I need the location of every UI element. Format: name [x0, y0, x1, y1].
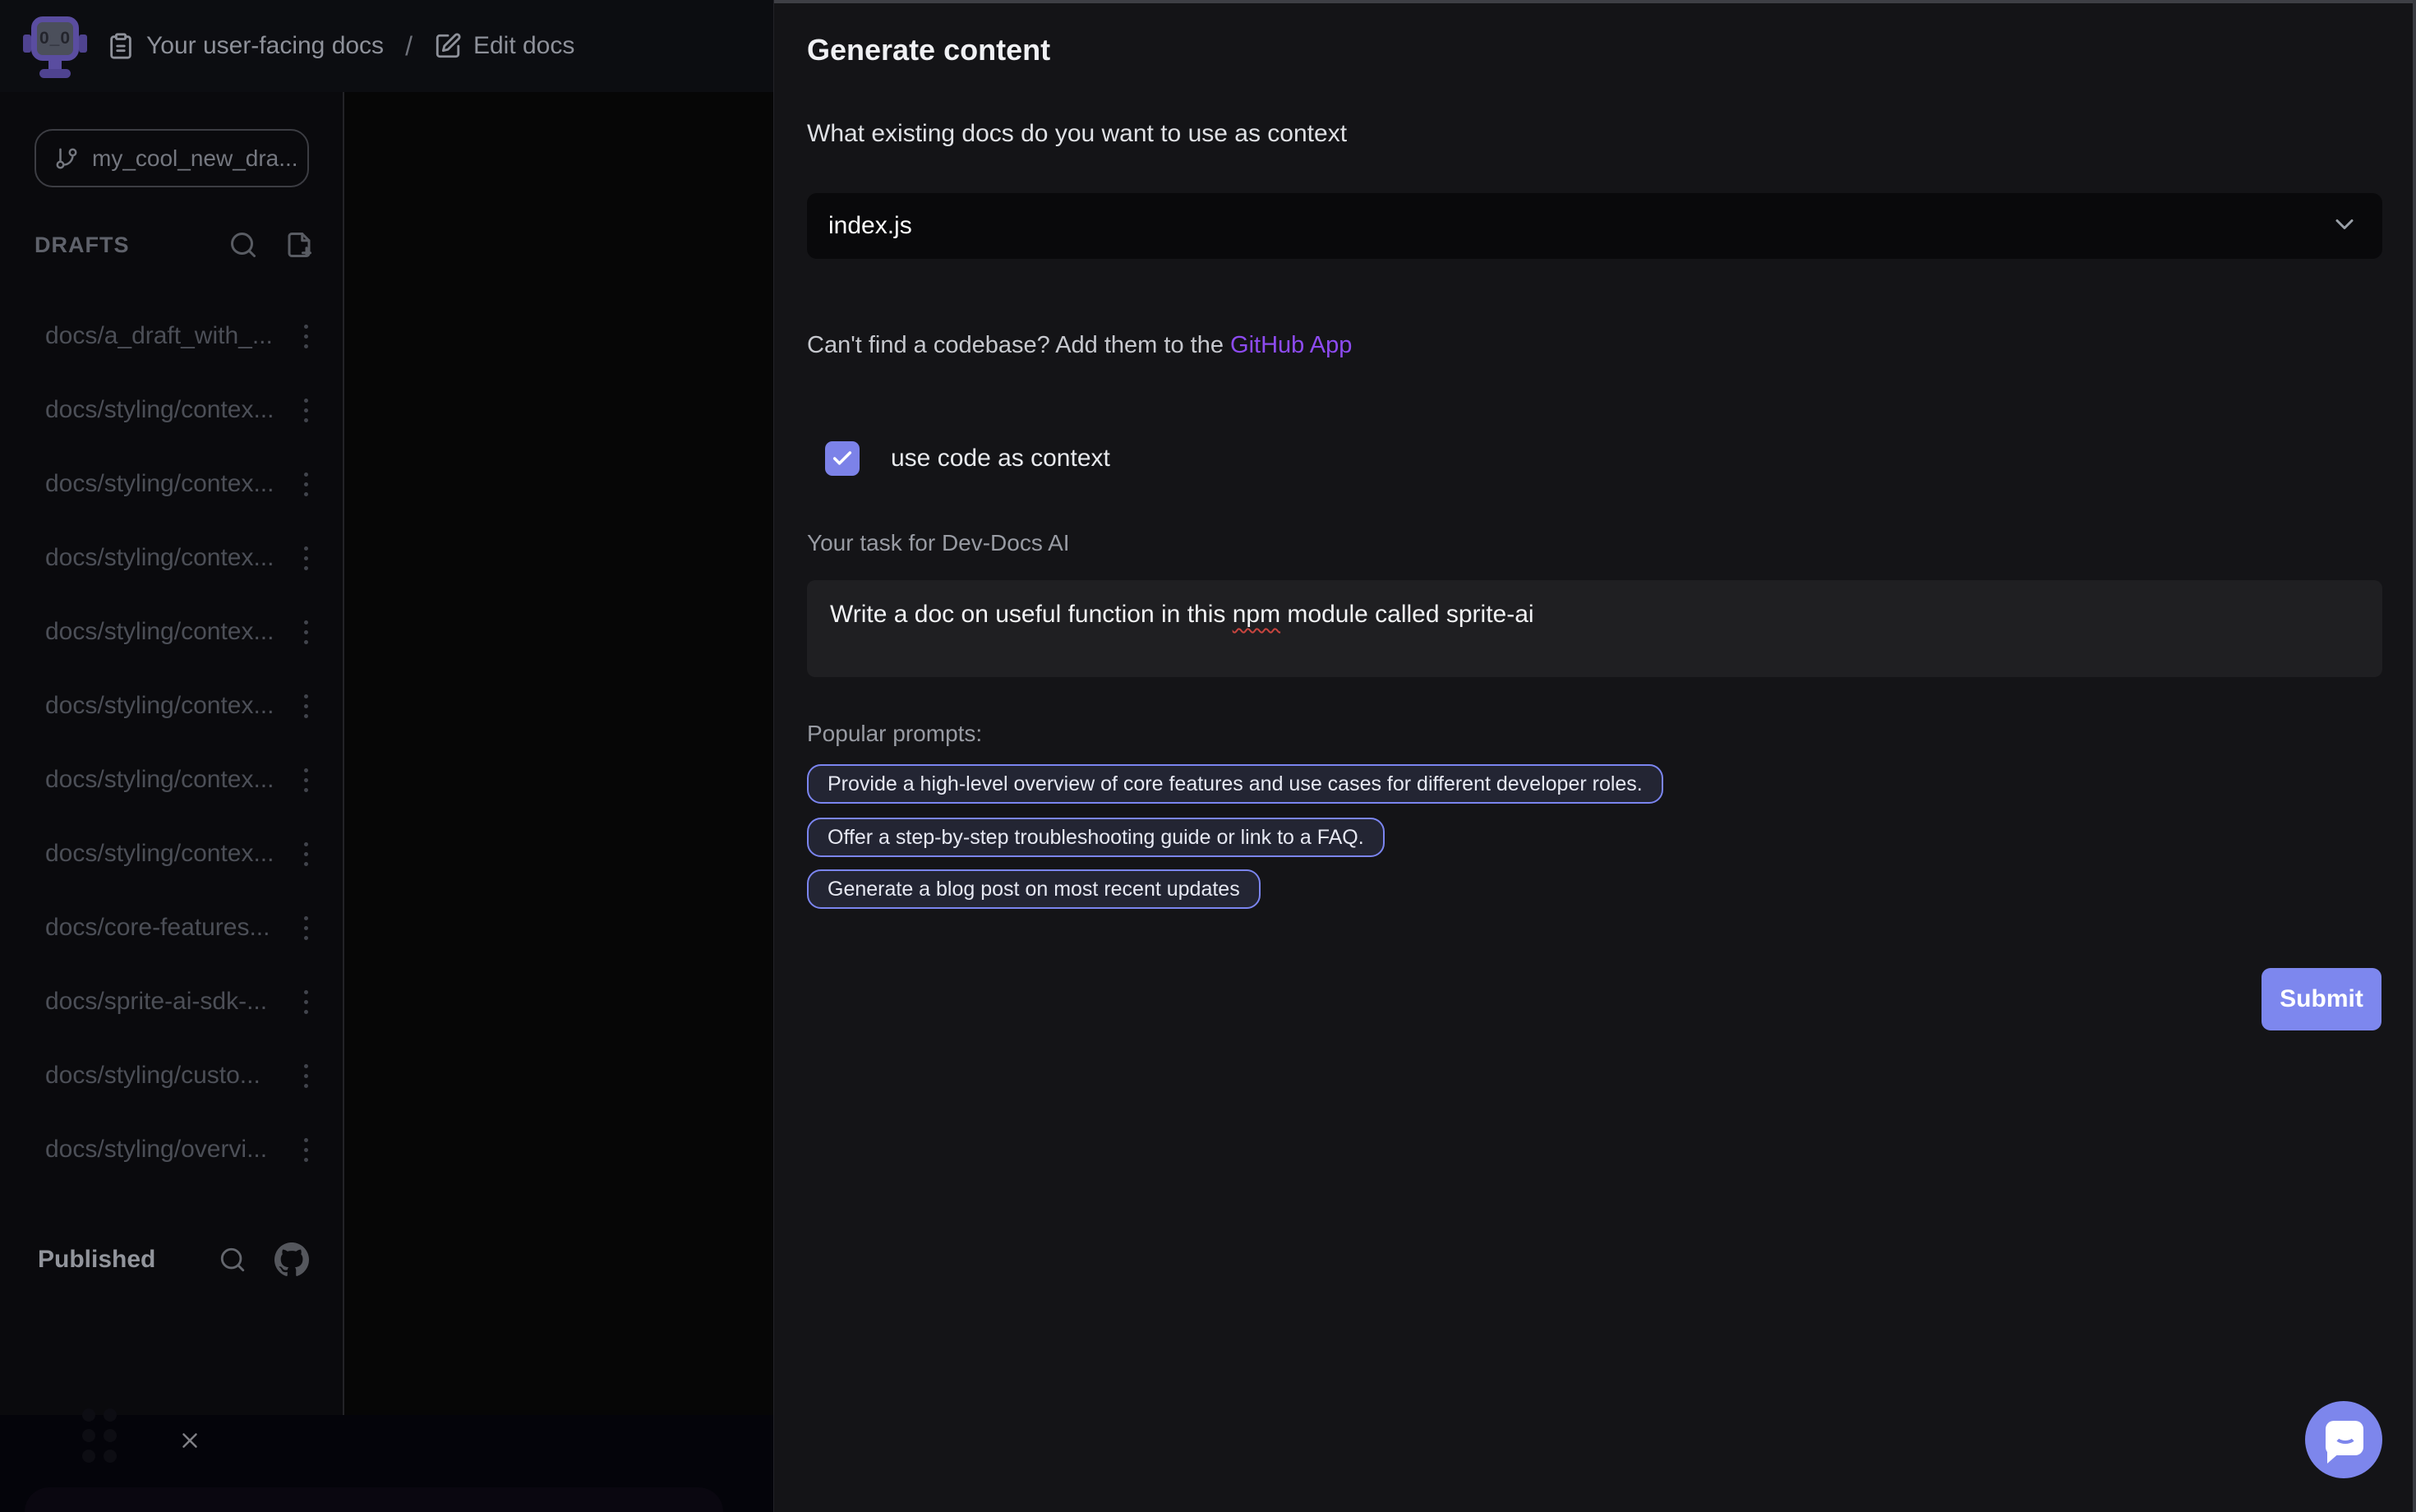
drag-handle-dots-icon[interactable]: [82, 1408, 117, 1463]
app-logo-robot-icon: 0_0: [23, 10, 87, 82]
kebab-menu-icon[interactable]: [299, 615, 313, 649]
draft-item-label: docs/styling/custo...: [45, 1062, 299, 1090]
search-published-icon[interactable]: [219, 1246, 247, 1274]
draft-item-label: docs/styling/overvi...: [45, 1136, 299, 1164]
branch-selector-button[interactable]: my_cool_new_dra...: [35, 129, 309, 187]
draft-item-label: docs/styling/contex...: [45, 840, 299, 868]
robot-ear-icon: [23, 35, 31, 53]
task-text-after: module called sprite-ai: [1280, 601, 1533, 628]
prompt-pill[interactable]: Provide a high-level overview of core fe…: [807, 764, 1663, 804]
draft-list-item[interactable]: docs/styling/contex...: [0, 447, 343, 521]
draft-item-label: docs/styling/contex...: [45, 692, 299, 720]
chat-launcher-button[interactable]: [2305, 1401, 2382, 1478]
github-app-link[interactable]: GitHub App: [1230, 332, 1352, 358]
edit-docs-icon: [434, 32, 462, 60]
bottom-toolbar: [0, 1415, 773, 1512]
page-title: Generate content: [807, 33, 1050, 67]
codebase-select-value: index.js: [828, 212, 912, 240]
draft-list-item[interactable]: docs/a_draft_with_...: [0, 299, 343, 373]
draft-list: docs/a_draft_with_... docs/styling/conte…: [0, 299, 343, 1187]
kebab-menu-icon[interactable]: [299, 763, 313, 797]
robot-face: 0_0: [31, 16, 79, 61]
task-text-misspelled: npm: [1233, 601, 1280, 628]
draft-list-item[interactable]: docs/sprite-ai-sdk-...: [0, 965, 343, 1039]
prompt-pill[interactable]: Offer a step-by-step troubleshooting gui…: [807, 818, 1385, 857]
drafts-section-header: DRAFTS: [35, 230, 314, 260]
panel-top-scroll-edge: [774, 0, 2416, 3]
context-question-label: What existing docs do you want to use as…: [807, 120, 1347, 148]
git-branch-icon: [54, 146, 79, 171]
draft-list-item[interactable]: docs/styling/contex...: [0, 669, 343, 743]
kebab-menu-icon[interactable]: [299, 320, 313, 353]
published-section-header: Published: [38, 1242, 309, 1277]
kebab-menu-icon[interactable]: [299, 689, 313, 723]
app-header: 0_0 Your user-facing docs / Edit docs: [0, 0, 773, 92]
scrollbar[interactable]: [2413, 0, 2416, 1512]
robot-base: [39, 69, 71, 78]
generate-content-panel: Generate content What existing docs do y…: [773, 0, 2416, 1512]
breadcrumb-your-docs[interactable]: Your user-facing docs: [107, 32, 384, 60]
prompt-pill[interactable]: Generate a blog post on most recent upda…: [807, 869, 1261, 909]
kebab-menu-icon[interactable]: [299, 542, 313, 575]
use-code-checkbox-row: use code as context: [825, 441, 1110, 476]
github-icon[interactable]: [274, 1242, 309, 1277]
draft-item-label: docs/styling/contex...: [45, 766, 299, 794]
draft-item-label: docs/styling/contex...: [45, 618, 299, 646]
kebab-menu-icon[interactable]: [299, 985, 313, 1019]
breadcrumb-your-docs-label: Your user-facing docs: [146, 32, 384, 60]
draft-list-item[interactable]: docs/styling/custo...: [0, 1039, 343, 1113]
submit-button[interactable]: Submit: [2262, 968, 2381, 1030]
draft-item-label: docs/core-features...: [45, 914, 299, 942]
bottom-popup-edge: [25, 1487, 723, 1512]
draft-item-label: docs/styling/contex...: [45, 544, 299, 572]
use-code-checkbox-label: use code as context: [891, 445, 1110, 472]
task-text-before: Write a doc on useful function in this: [830, 601, 1233, 628]
breadcrumb-edit-docs[interactable]: Edit docs: [434, 32, 574, 60]
task-field-label: Your task for Dev-Docs AI: [807, 530, 1070, 556]
draft-list-item[interactable]: docs/styling/contex...: [0, 521, 343, 595]
draft-item-label: docs/sprite-ai-sdk-...: [45, 988, 299, 1016]
breadcrumb-separator: /: [405, 31, 413, 62]
robot-ear-icon: [79, 35, 87, 53]
checkmark-icon: [831, 447, 854, 470]
breadcrumb-edit-docs-label: Edit docs: [473, 32, 574, 60]
breadcrumb: Your user-facing docs / Edit docs: [107, 31, 574, 62]
chat-smile-icon: [2334, 1427, 2357, 1444]
draft-item-label: docs/a_draft_with_...: [45, 322, 299, 350]
kebab-menu-icon[interactable]: [299, 837, 313, 871]
popular-prompts-label: Popular prompts:: [807, 721, 982, 747]
draft-list-item[interactable]: docs/styling/contex...: [0, 743, 343, 817]
drafts-sidebar: my_cool_new_dra... DRAFTS docs/a_draft_w…: [0, 92, 344, 1415]
draft-item-label: docs/styling/contex...: [45, 396, 299, 424]
kebab-menu-icon[interactable]: [299, 468, 313, 501]
clipboard-icon: [107, 32, 135, 60]
draft-list-item[interactable]: docs/core-features...: [0, 891, 343, 965]
branch-name-label: my_cool_new_dra...: [92, 145, 298, 172]
close-icon[interactable]: [178, 1428, 202, 1453]
drafts-heading: DRAFTS: [35, 233, 130, 258]
kebab-menu-icon[interactable]: [299, 1133, 313, 1167]
search-drafts-icon[interactable]: [228, 230, 258, 260]
kebab-menu-icon[interactable]: [299, 394, 313, 427]
kebab-menu-icon[interactable]: [299, 1059, 313, 1093]
editor-background: [344, 92, 773, 1415]
published-heading: Published: [38, 1246, 155, 1274]
draft-list-item[interactable]: docs/styling/overvi...: [0, 1113, 343, 1187]
draft-list-item[interactable]: docs/styling/contex...: [0, 817, 343, 891]
use-code-checkbox[interactable]: [825, 441, 860, 476]
codebase-hint: Can't find a codebase? Add them to the G…: [807, 332, 1352, 359]
draft-list-item[interactable]: docs/styling/contex...: [0, 373, 343, 447]
codebase-select[interactable]: index.js: [807, 193, 2382, 259]
kebab-menu-icon[interactable]: [299, 911, 313, 945]
codebase-hint-text: Can't find a codebase? Add them to the: [807, 332, 1230, 358]
task-textarea[interactable]: Write a doc on useful function in this n…: [807, 580, 2382, 677]
chevron-down-icon: [2330, 210, 2359, 243]
draft-item-label: docs/styling/contex...: [45, 470, 299, 498]
draft-list-item[interactable]: docs/styling/contex...: [0, 595, 343, 669]
new-draft-file-plus-icon[interactable]: [284, 230, 314, 260]
